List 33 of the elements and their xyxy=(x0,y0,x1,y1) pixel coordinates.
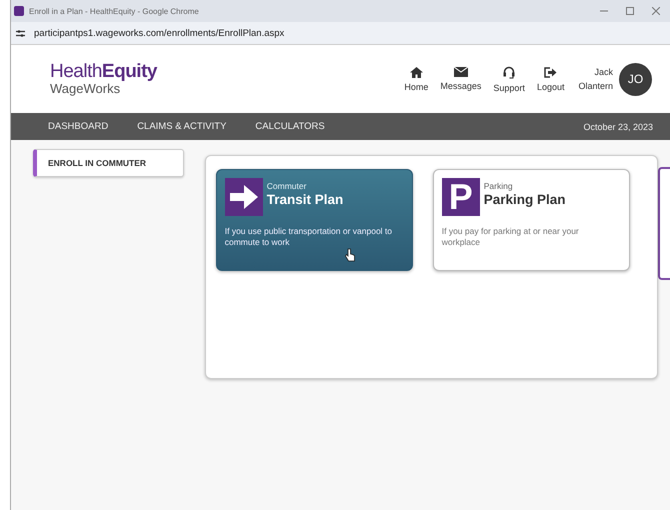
window-title: Enroll in a Plan - HealthEquity - Google Chrome xyxy=(29,6,199,16)
nav-link[interactable]: DASHBOARD xyxy=(48,121,108,132)
user-last-name: Olantern xyxy=(578,81,613,91)
nav-link[interactable]: CALCULATORS xyxy=(255,121,325,132)
close-icon[interactable] xyxy=(652,7,660,15)
healthequity-logo[interactable]: HealthEquity WageWorks xyxy=(50,62,157,96)
plan-category: Parking xyxy=(484,181,514,191)
plan-title: Parking Plan xyxy=(484,192,566,207)
header-link[interactable]: Home xyxy=(398,66,434,92)
maximize-icon[interactable] xyxy=(626,7,634,15)
current-date: October 23, 2023 xyxy=(583,122,653,132)
hand-cursor-icon xyxy=(344,248,355,262)
browser-logo-icon xyxy=(14,6,24,16)
site-settings-icon[interactable] xyxy=(16,30,25,36)
plan-category: Commuter xyxy=(266,181,308,191)
plan-description: If you pay for parking at or near your workplace xyxy=(442,226,580,249)
header-link[interactable]: Logout xyxy=(530,66,570,92)
header-link[interactable]: Support xyxy=(487,66,531,92)
headset-icon xyxy=(503,66,516,78)
user-first-name: Jack xyxy=(594,67,613,77)
home-icon xyxy=(410,66,423,78)
plan-card[interactable]: Commuter Transit Plan If you use public transportation or vanpool to commute to work xyxy=(216,169,413,271)
sidebar-item[interactable]: ENROLL IN COMMUTER xyxy=(33,149,184,177)
header-link[interactable]: Messages xyxy=(434,67,488,91)
plan-title: Transit Plan xyxy=(266,192,344,207)
logout-icon xyxy=(544,66,558,78)
nav-link[interactable]: CLAIMS & ACTIVITY xyxy=(137,121,226,132)
envelope-icon xyxy=(454,67,468,77)
plan-description: If you use public transportation or vanpool to commute to work xyxy=(224,226,394,249)
feedback-tab[interactable] xyxy=(658,167,670,280)
user-avatar[interactable]: JO xyxy=(619,62,652,96)
parking-icon: P xyxy=(442,178,480,216)
address-bar[interactable]: participantps1.wageworks.com/enrollments/EnrollPlan.aspx xyxy=(34,28,284,38)
